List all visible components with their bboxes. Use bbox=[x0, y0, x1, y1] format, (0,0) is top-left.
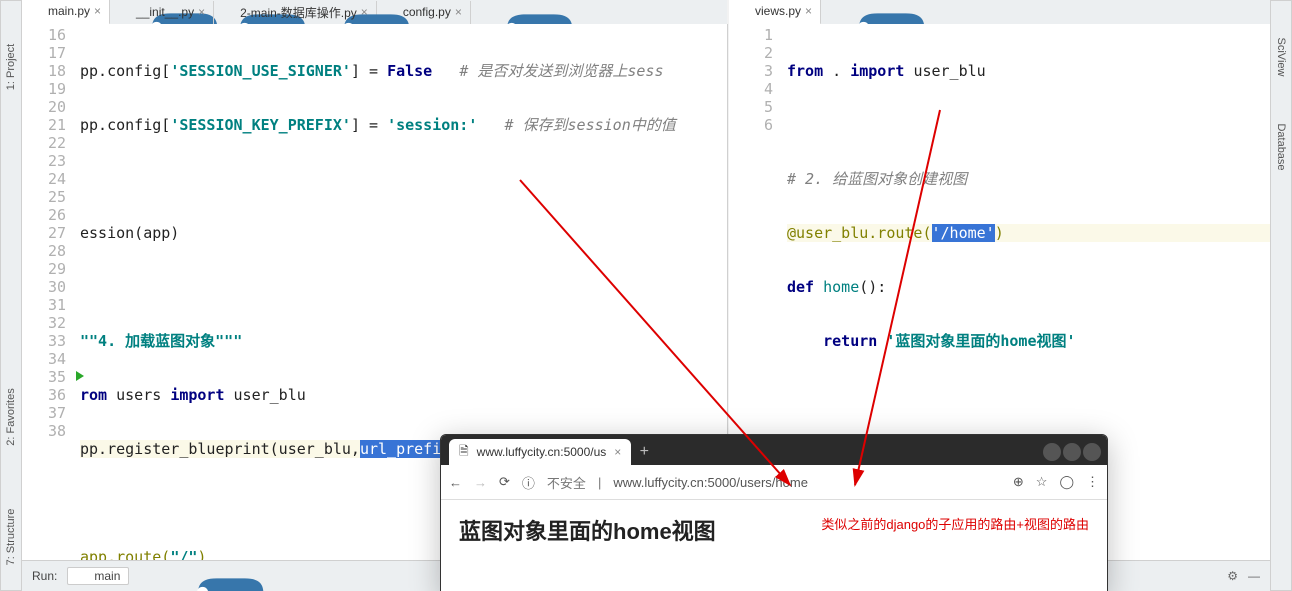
tab-config-py[interactable]: config.py × bbox=[377, 1, 471, 24]
tool-strip-right: SciView Database bbox=[1270, 0, 1292, 591]
site-info-icon[interactable]: ⓘ bbox=[522, 473, 535, 492]
tool-strip-left: 1: Project 2: Favorites 7: Structure bbox=[0, 0, 22, 591]
browser-tab[interactable]: 🗎 www.luffycity.cn:5000/us × bbox=[449, 439, 631, 465]
bookmark-icon[interactable]: ☆ bbox=[1036, 474, 1048, 490]
zoom-icon[interactable]: ⊕ bbox=[1013, 474, 1024, 490]
minimize-icon[interactable]: — bbox=[1248, 569, 1260, 583]
forward-button[interactable]: → bbox=[474, 475, 487, 490]
python-icon bbox=[30, 4, 44, 18]
gutter-left: 1617181920212223242526272829303132333435… bbox=[22, 24, 74, 561]
tab-label: __init__.py bbox=[136, 5, 194, 19]
address-bar[interactable]: www.luffycity.cn:5000/users/home bbox=[613, 475, 1001, 490]
tab-label: main.py bbox=[48, 4, 90, 18]
window-maximize[interactable] bbox=[1063, 443, 1081, 461]
close-icon[interactable]: × bbox=[614, 445, 621, 459]
python-icon bbox=[737, 4, 751, 18]
run-title: Run: bbox=[22, 569, 67, 583]
separator: | bbox=[598, 475, 601, 490]
browser-toolbar: ← → ⟳ ⓘ 不安全 | www.luffycity.cn:5000/user… bbox=[441, 465, 1107, 500]
window-minimize[interactable] bbox=[1043, 443, 1061, 461]
tab-label: 2-main-数据库操作.py bbox=[240, 4, 357, 21]
toolwin-structure[interactable]: 7: Structure bbox=[5, 509, 17, 566]
toolwin-project[interactable]: 1: Project bbox=[5, 44, 17, 90]
run-config-label: main bbox=[94, 569, 120, 583]
profile-icon[interactable]: ◯ bbox=[1059, 474, 1074, 490]
tab-views-py[interactable]: views.py × bbox=[729, 0, 821, 25]
python-icon bbox=[76, 569, 90, 583]
close-icon[interactable]: × bbox=[361, 5, 368, 19]
python-icon bbox=[222, 5, 236, 19]
toolwin-favorites[interactable]: 2: Favorites bbox=[5, 388, 17, 445]
python-icon bbox=[385, 5, 399, 19]
browser-viewport: 蓝图对象里面的home视图 类似之前的django的子应用的路由+视图的路由 bbox=[441, 500, 1107, 591]
tab-label: views.py bbox=[755, 4, 801, 18]
close-icon[interactable]: × bbox=[805, 4, 812, 18]
selection-home: '/home' bbox=[932, 224, 995, 242]
security-warning: 不安全 bbox=[547, 473, 586, 492]
page-icon: 🗎 bbox=[459, 442, 469, 463]
gear-icon[interactable]: ⚙ bbox=[1227, 569, 1238, 583]
browser-tab-title: www.luffycity.cn:5000/us bbox=[477, 445, 607, 459]
toolwin-sciview[interactable]: SciView bbox=[1275, 38, 1287, 77]
toolwin-database[interactable]: Database bbox=[1275, 123, 1287, 170]
window-controls bbox=[1037, 439, 1107, 465]
editor-tabs-right: views.py × bbox=[729, 0, 1270, 25]
python-icon bbox=[118, 5, 132, 19]
selection-url-prefix: url_prefix bbox=[360, 440, 450, 458]
tab-label: config.py bbox=[403, 5, 451, 19]
tab-init-py[interactable]: __init__.py × bbox=[110, 1, 214, 24]
browser-window: 🗎 www.luffycity.cn:5000/us × + ← → ⟳ ⓘ 不… bbox=[440, 434, 1108, 591]
new-tab-button[interactable]: + bbox=[631, 439, 657, 465]
close-icon[interactable]: × bbox=[455, 5, 462, 19]
editor-tabs-left: main.py × __init__.py × 2-main-数据库操作.py × c… bbox=[22, 0, 727, 25]
tab-main-py[interactable]: main.py × bbox=[22, 0, 110, 25]
browser-tabstrip: 🗎 www.luffycity.cn:5000/us × + bbox=[441, 435, 1107, 465]
annotation-text: 类似之前的django的子应用的路由+视图的路由 bbox=[821, 514, 1089, 533]
window-close[interactable] bbox=[1083, 443, 1101, 461]
close-icon[interactable]: × bbox=[94, 4, 101, 18]
menu-icon[interactable]: ⋮ bbox=[1086, 474, 1099, 490]
run-config[interactable]: main bbox=[67, 567, 129, 585]
back-button[interactable]: ← bbox=[449, 475, 462, 490]
close-icon[interactable]: × bbox=[198, 5, 205, 19]
reload-button[interactable]: ⟳ bbox=[499, 474, 510, 490]
tab-dbops-py[interactable]: 2-main-数据库操作.py × bbox=[214, 1, 377, 24]
